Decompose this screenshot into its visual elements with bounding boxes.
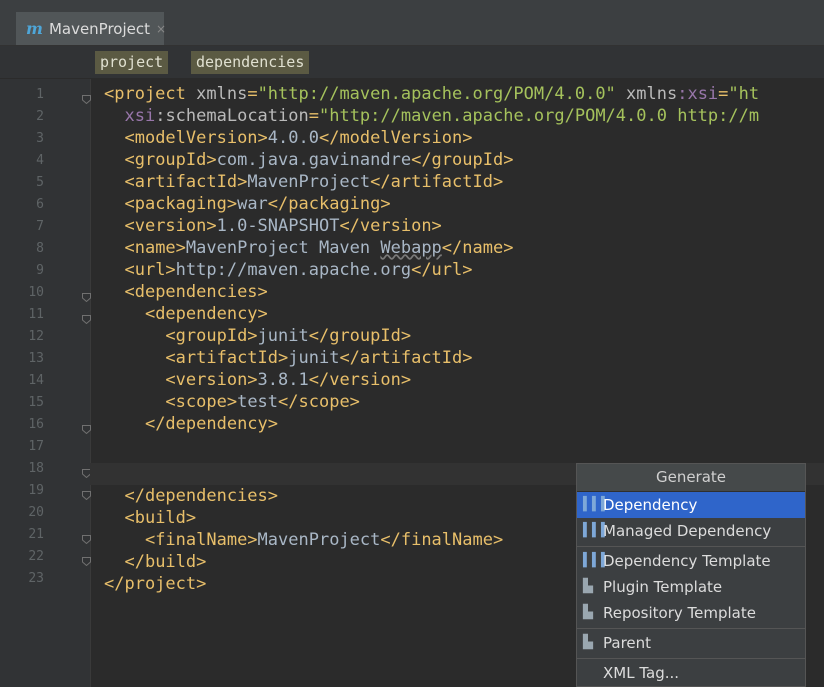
- code-line: <build>: [124, 508, 197, 528]
- code-line: <name>MavenProject Maven Webapp</name>: [124, 238, 514, 258]
- code-line: </build>: [124, 552, 207, 572]
- breadcrumb: project dependencies: [0, 46, 824, 78]
- fold-marker-icon[interactable]: [82, 309, 91, 325]
- code-line: <dependencies>: [124, 282, 268, 302]
- line-number: 8: [36, 241, 44, 256]
- code-line: <artifactId>junit</artifactId>: [165, 348, 473, 368]
- line-number: 21: [28, 527, 44, 542]
- fold-marker-icon[interactable]: [82, 89, 91, 105]
- code-line: <dependency>: [144, 304, 268, 324]
- fold-marker-icon[interactable]: [82, 529, 91, 545]
- line-number: 14: [28, 373, 44, 388]
- line-number: 23: [28, 571, 44, 586]
- menu-separator: [577, 628, 805, 629]
- code-line: <groupId>com.java.gavinandre</groupId>: [124, 150, 514, 170]
- code-line: </dependencies>: [124, 486, 279, 506]
- fold-marker-icon[interactable]: [82, 551, 91, 567]
- fold-marker-icon[interactable]: [82, 485, 91, 501]
- line-number: 4: [36, 153, 44, 168]
- code-line: <packaging>war</packaging>: [124, 194, 391, 214]
- code-line: <project xmlns="http://maven.apache.org/…: [104, 84, 760, 104]
- generate-popup-menu[interactable]: Generate ▍▍▍ Dependency ▍▍▍ Managed Depe…: [576, 463, 806, 687]
- line-number: 12: [28, 329, 44, 344]
- maven-bars-icon: ▍▍▍: [583, 523, 611, 538]
- maven-plugin-icon: ▙: [583, 605, 593, 620]
- menu-item-dependency[interactable]: ▍▍▍ Dependency: [577, 492, 805, 518]
- fold-marker-icon[interactable]: [82, 287, 91, 303]
- code-line: <modelVersion>4.0.0</modelVersion>: [124, 128, 473, 148]
- maven-bars-icon: ▍▍▍: [583, 497, 611, 512]
- breadcrumb-project[interactable]: project: [95, 51, 169, 74]
- maven-plugin-icon: ▙: [583, 635, 593, 650]
- line-number: 2: [36, 109, 44, 124]
- maven-file-icon: m: [26, 19, 43, 38]
- menu-item-repository-template[interactable]: ▙ Repository Template: [577, 600, 805, 626]
- popup-title: Generate: [577, 464, 805, 492]
- code-line: <artifactId>MavenProject</artifactId>: [124, 172, 504, 192]
- line-number: 7: [36, 219, 44, 234]
- menu-separator: [577, 658, 805, 659]
- code-line: <scope>test</scope>: [165, 392, 360, 412]
- breadcrumb-dependencies[interactable]: dependencies: [191, 51, 310, 74]
- code-line: </dependency>: [144, 414, 279, 434]
- fold-marker-icon[interactable]: [82, 419, 91, 435]
- maven-bars-icon: ▍▍▍: [583, 553, 611, 568]
- code-line: <version>1.0-SNAPSHOT</version>: [124, 216, 442, 236]
- maven-plugin-icon: ▙: [583, 579, 593, 594]
- line-number: 16: [28, 417, 44, 432]
- menu-item-dependency-template[interactable]: ▍▍▍ Dependency Template: [577, 548, 805, 574]
- editor-tab-bar: m MavenProject ×: [0, 0, 824, 46]
- code-line: <version>3.8.1</version>: [165, 370, 412, 390]
- menu-item-xml-tag[interactable]: XML Tag...: [577, 660, 805, 686]
- line-number: 3: [36, 131, 44, 146]
- menu-item-plugin-template[interactable]: ▙ Plugin Template: [577, 574, 805, 600]
- tab-maven-project[interactable]: m MavenProject ×: [16, 12, 166, 45]
- close-icon[interactable]: ×: [156, 22, 166, 36]
- menu-item-parent[interactable]: ▙ Parent: [577, 630, 805, 656]
- line-number: 15: [28, 395, 44, 410]
- code-line: <url>http://maven.apache.org</url>: [124, 260, 473, 280]
- line-number: 17: [28, 439, 44, 454]
- line-number: 11: [28, 307, 44, 322]
- line-number: 5: [36, 175, 44, 190]
- tab-title: MavenProject: [48, 19, 151, 38]
- line-number: 9: [36, 263, 44, 278]
- line-number: 6: [36, 197, 44, 212]
- line-number: 19: [28, 483, 44, 498]
- code-line: xsi:schemaLocation="http://maven.apache.…: [124, 106, 760, 126]
- line-number: 22: [28, 549, 44, 564]
- line-number-gutter: 1 2 3 4 5 6 7 8 9 10 11 12 13 14 15 16 17 18 19 20 21 22 23: [0, 79, 91, 687]
- line-number: 20: [28, 505, 44, 520]
- menu-separator: [577, 546, 805, 547]
- menu-item-managed-dependency[interactable]: ▍▍▍ Managed Dependency: [577, 518, 805, 544]
- line-number: 10: [28, 285, 44, 300]
- line-number: 1: [36, 87, 44, 102]
- line-number: 18: [28, 461, 44, 476]
- line-number: 13: [28, 351, 44, 366]
- code-line: </project>: [104, 574, 207, 594]
- code-line: <groupId>junit</groupId>: [165, 326, 412, 346]
- code-line: <finalName>MavenProject</finalName>: [144, 530, 504, 550]
